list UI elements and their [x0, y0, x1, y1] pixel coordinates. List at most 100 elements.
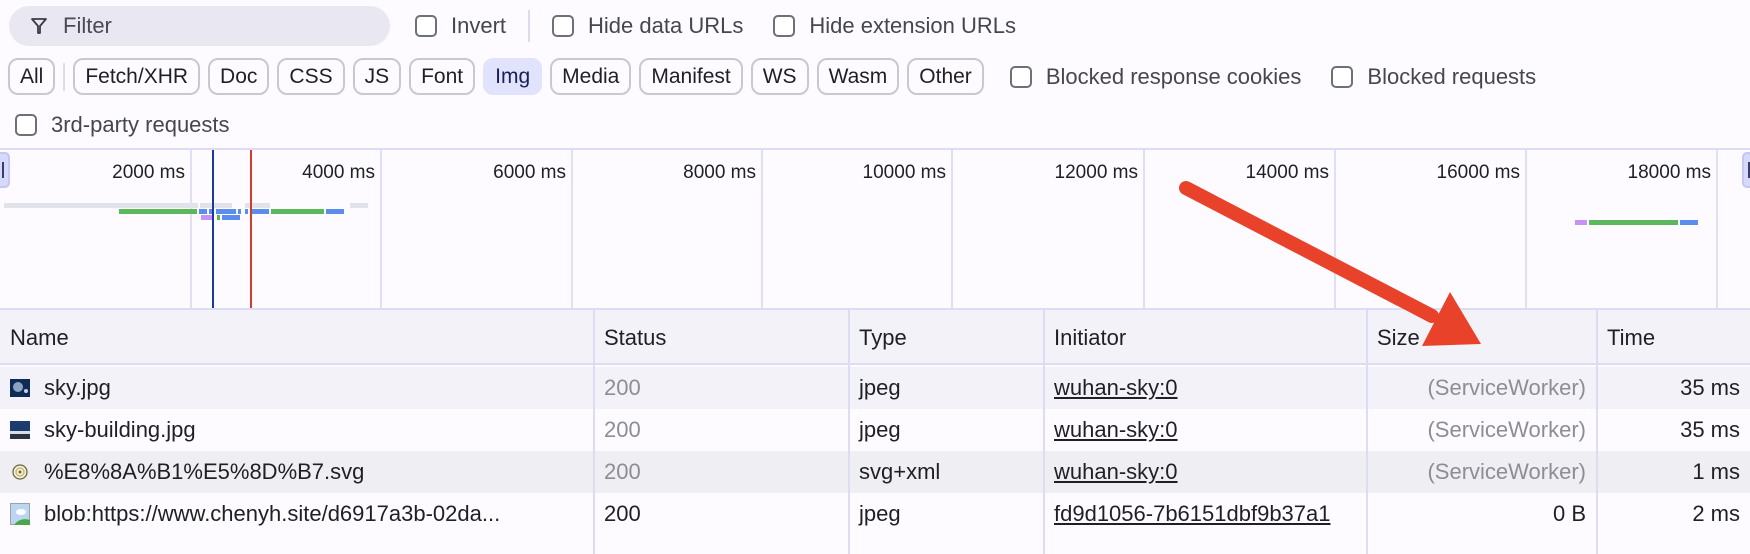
divider — [63, 62, 66, 91]
left-range-handle[interactable] — [0, 152, 10, 188]
hide-data-urls-checkbox[interactable]: Hide data URLs — [552, 13, 743, 39]
checkbox-box[interactable] — [15, 114, 37, 136]
column-divider[interactable] — [593, 310, 595, 554]
type-cell: jpeg — [859, 375, 901, 400]
gridline — [1143, 150, 1145, 308]
name-cell: blob:https://www.chenyh.site/d6917a3b-02… — [0, 493, 593, 535]
column-header-name[interactable]: Name — [0, 310, 593, 365]
name-cell: sky.jpg — [0, 367, 593, 409]
network-panel: Filter Invert Hide data URLs Hide extens… — [0, 0, 1750, 554]
column-divider[interactable] — [1366, 310, 1368, 554]
gridline — [1525, 150, 1527, 308]
column-header-initiator[interactable]: Initiator — [1044, 310, 1366, 365]
chip-js[interactable]: JS — [352, 58, 402, 95]
gridline — [1334, 150, 1336, 308]
waiting-bar — [1680, 220, 1698, 225]
initiator-cell: wuhan-sky:0 — [1044, 367, 1366, 409]
status-cell: 200 — [604, 501, 641, 526]
chip-ws[interactable]: WS — [750, 58, 809, 95]
status-cell: 200 — [604, 459, 641, 484]
initiator-cell: fd9d1056-7b6151dbf9b37a1 — [1044, 493, 1366, 535]
column-header-status[interactable]: Status — [594, 310, 848, 365]
third-party-requests-checkbox[interactable]: 3rd-party requests — [15, 112, 230, 138]
column-divider[interactable] — [848, 310, 850, 554]
initiator-link[interactable]: wuhan-sky:0 — [1054, 459, 1178, 485]
checkbox-box[interactable] — [773, 15, 796, 37]
waiting-bar — [216, 209, 236, 214]
stalled-bar — [350, 203, 368, 208]
tick-label: 4000 ms — [302, 162, 375, 183]
waiting-bar — [199, 209, 207, 214]
request-name[interactable]: blob:https://www.chenyh.site/d6917a3b-02… — [44, 501, 500, 527]
name-cell: %E8%8A%B1%E5%8D%B7.svg — [0, 451, 593, 493]
gridline — [951, 150, 953, 308]
chip-fetch-xhr[interactable]: Fetch/XHR — [73, 58, 201, 95]
chip-other[interactable]: Other — [907, 58, 984, 95]
right-range-handle[interactable] — [1742, 152, 1750, 188]
request-name[interactable]: sky-building.jpg — [44, 417, 196, 443]
name-cell: sky-building.jpg — [0, 409, 593, 451]
stalled-bar — [245, 203, 270, 208]
table-row[interactable]: sky.jpg 200 jpeg wuhan-sky:0 (ServiceWor… — [0, 367, 1750, 409]
column-divider[interactable] — [1043, 310, 1045, 554]
chip-font[interactable]: Font — [409, 58, 476, 95]
chip-all[interactable]: All — [8, 58, 56, 95]
gridline — [190, 150, 192, 308]
table-row[interactable]: %E8%8A%B1%E5%8D%B7.svg 200 svg+xml wuhan… — [0, 451, 1750, 493]
chip-img[interactable]: Img — [483, 58, 543, 95]
blocked-requests-checkbox[interactable]: Blocked requests — [1331, 64, 1536, 90]
column-header-type[interactable]: Type — [849, 310, 1043, 365]
table-row[interactable]: sky-building.jpg 200 jpeg wuhan-sky:0 (S… — [0, 409, 1750, 451]
tick-label: 8000 ms — [683, 162, 756, 183]
column-header-time[interactable]: Time — [1597, 310, 1750, 365]
table-header: Name Status Type Initiator Size Time — [0, 310, 1750, 365]
filter-input[interactable]: Filter — [9, 6, 390, 46]
requests-table: Name Status Type Initiator Size Time sky… — [0, 310, 1750, 554]
checkbox-box[interactable] — [1009, 65, 1032, 88]
waiting-bar — [326, 209, 344, 214]
blocked-response-cookies-checkbox[interactable]: Blocked response cookies — [1009, 63, 1302, 90]
blocked-requests-label: Blocked requests — [1367, 63, 1537, 89]
gridline — [761, 150, 763, 308]
size-cell: (ServiceWorker) — [1427, 459, 1586, 484]
chip-css[interactable]: CSS — [277, 58, 345, 95]
blocked-response-cookies-label: Blocked response cookies — [1045, 63, 1302, 89]
column-header-size[interactable]: Size — [1367, 310, 1596, 365]
queue-bar — [1575, 220, 1587, 225]
status-cell: 200 — [604, 417, 641, 442]
stalled-bar — [200, 203, 232, 208]
initiator-link[interactable]: wuhan-sky:0 — [1054, 417, 1178, 443]
request-name[interactable]: %E8%8A%B1%E5%8D%B7.svg — [44, 459, 364, 485]
initiator-link[interactable]: wuhan-sky:0 — [1054, 375, 1178, 401]
checkbox-box[interactable] — [1331, 65, 1354, 88]
table-row[interactable]: blob:https://www.chenyh.site/d6917a3b-02… — [0, 493, 1750, 535]
checkbox-box[interactable] — [552, 15, 575, 37]
chip-media[interactable]: Media — [550, 58, 632, 95]
request-name[interactable]: sky.jpg — [44, 375, 111, 401]
download-bar — [271, 209, 324, 214]
hide-extension-urls-checkbox[interactable]: Hide extension URLs — [773, 13, 1016, 39]
waiting-bar — [251, 209, 269, 214]
size-cell: (ServiceWorker) — [1427, 417, 1586, 442]
filter-placeholder: Filter — [63, 13, 112, 38]
svg-thumbnail-icon — [12, 464, 28, 480]
chip-doc[interactable]: Doc — [208, 58, 270, 95]
size-cell: 0 B — [1552, 501, 1586, 526]
hide-data-urls-label: Hide data URLs — [588, 13, 744, 38]
waiting-bar — [238, 209, 241, 214]
download-bar — [1589, 220, 1678, 225]
invert-checkbox[interactable]: Invert — [415, 13, 506, 39]
load-event-marker — [250, 150, 252, 308]
third-party-requests-label: 3rd-party requests — [51, 112, 230, 137]
initiator-link[interactable]: fd9d1056-7b6151dbf9b37a1 — [1054, 501, 1331, 527]
chip-manifest[interactable]: Manifest — [639, 58, 743, 95]
timeline-overview[interactable]: 2000 ms 4000 ms 6000 ms 8000 ms 10000 ms… — [0, 148, 1750, 310]
image-placeholder-icon — [10, 503, 30, 525]
type-cell: jpeg — [859, 417, 901, 442]
gridline — [380, 150, 382, 308]
chip-wasm[interactable]: Wasm — [816, 58, 900, 95]
column-divider[interactable] — [1596, 310, 1598, 554]
checkbox-box[interactable] — [415, 15, 437, 37]
tick-label: 6000 ms — [493, 162, 566, 183]
funnel-icon — [31, 18, 47, 34]
